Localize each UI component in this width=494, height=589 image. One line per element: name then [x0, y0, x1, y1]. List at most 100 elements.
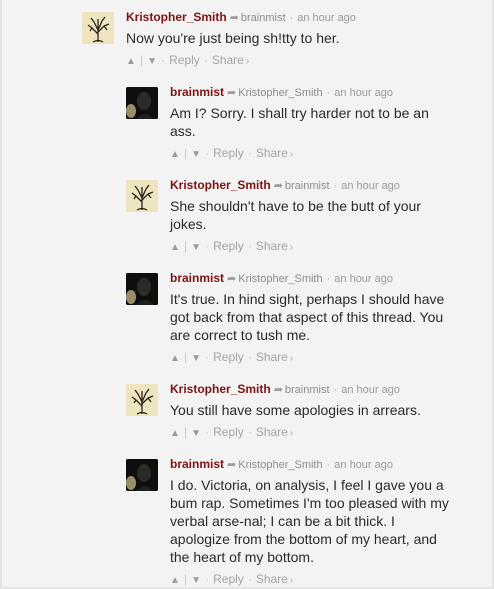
separator-dot: · [247, 146, 252, 160]
comment-text-line: ass. [170, 123, 196, 139]
downvote-icon[interactable]: ▼ [191, 427, 201, 441]
separator-dot: · [326, 459, 331, 471]
upvote-icon[interactable]: ▲ [126, 55, 136, 69]
separator-dot: · [247, 350, 252, 364]
comment-actions: ▲ | ▼ · Reply · Share › [170, 425, 482, 441]
comment-actions: ▲ | ▼ · Reply · Share › [170, 572, 482, 588]
vote-divider: | [184, 239, 188, 253]
comment-text-line: I do. Victoria, on analysis, I feel I ga… [170, 477, 444, 493]
separator-dot: · [247, 425, 252, 439]
separator-dot: · [247, 239, 252, 253]
timestamp-link[interactable]: an hour ago [341, 384, 400, 396]
author-link[interactable]: brainmist [170, 457, 224, 471]
avatar[interactable] [126, 87, 158, 119]
dark-portrait-avatar-icon [126, 87, 158, 119]
reply-to-arrow-icon: ➦ [273, 384, 283, 396]
comment: Kristopher_Smith ➦ brainmist · an hour ago Y… [126, 382, 482, 439]
author-link[interactable]: brainmist [170, 271, 224, 285]
reply-link[interactable]: Reply [213, 572, 244, 586]
vote-divider: | [140, 53, 144, 67]
comment-text-line: are correct to tush me. [170, 327, 311, 343]
tree-avatar-icon [126, 384, 158, 416]
parent-author-link[interactable]: brainmist [285, 180, 330, 192]
separator-dot: · [203, 53, 208, 67]
author-link[interactable]: brainmist [170, 85, 224, 99]
comment-text-line: the heart of my bottom. [170, 549, 314, 565]
parent-author-link[interactable]: brainmist [285, 384, 330, 396]
comment-text-line: got back from that aspect of this thread… [170, 309, 444, 325]
comment-body: Kristopher_Smith ➦ brainmist · an hour ago S… [170, 178, 482, 255]
avatar[interactable] [126, 180, 158, 212]
comment-body: Kristopher_Smith ➦ brainmist · an hour ago Y… [170, 382, 482, 441]
dark-portrait-avatar-icon [126, 459, 158, 491]
comment-header: Kristopher_Smith ➦ brainmist · an hour ago [170, 382, 482, 396]
comment-text-line: She shouldn't have to be the butt of you… [170, 198, 421, 214]
vote-divider: | [184, 350, 188, 364]
chevron-right-icon: › [289, 149, 294, 160]
avatar[interactable] [82, 12, 114, 44]
comment-header: Kristopher_Smith ➦ brainmist · an hour ago [170, 178, 482, 192]
share-link[interactable]: Share [212, 53, 244, 67]
parent-author-link[interactable]: Kristopher_Smith [238, 273, 322, 285]
timestamp-link[interactable]: an hour ago [297, 12, 356, 24]
separator-dot: · [205, 350, 210, 364]
vote-divider: | [184, 146, 188, 160]
timestamp-link[interactable]: an hour ago [334, 87, 393, 99]
share-link[interactable]: Share [256, 239, 288, 253]
reply-link[interactable]: Reply [213, 350, 244, 364]
reply-link[interactable]: Reply [213, 425, 244, 439]
author-link[interactable]: Kristopher_Smith [170, 178, 271, 192]
separator-dot: · [289, 12, 294, 24]
comment-header: brainmist ➦ Kristopher_Smith · an hour ago [170, 457, 482, 471]
comment-thread: Kristopher_Smith ➦ brainmist · an hour ago N… [0, 0, 494, 589]
comment-text-line: apologize from the bottom of my heart, a… [170, 531, 437, 547]
parent-author-link[interactable]: brainmist [241, 12, 286, 24]
comment-header: brainmist ➦ Kristopher_Smith · an hour ago [170, 271, 482, 285]
comment-text: Am I? Sorry. I shall try harder not to b… [170, 104, 482, 140]
reply-to-arrow-icon: ➦ [229, 12, 239, 24]
parent-author-link[interactable]: Kristopher_Smith [238, 87, 322, 99]
reply-link[interactable]: Reply [213, 146, 244, 160]
share-link[interactable]: Share [256, 350, 288, 364]
timestamp-link[interactable]: an hour ago [334, 273, 393, 285]
chevron-right-icon: › [289, 353, 294, 364]
author-link[interactable]: Kristopher_Smith [170, 382, 271, 396]
downvote-icon[interactable]: ▼ [191, 574, 201, 588]
upvote-icon[interactable]: ▲ [170, 427, 180, 441]
comment: brainmist ➦ Kristopher_Smith · an hour ago I… [126, 271, 482, 364]
chevron-right-icon: › [245, 56, 250, 67]
parent-author-link[interactable]: Kristopher_Smith [238, 459, 322, 471]
reply-link[interactable]: Reply [213, 239, 244, 253]
separator-dot: · [161, 53, 166, 67]
comment-actions: ▲ | ▼ · Reply · Share › [170, 350, 482, 366]
comment-text-line: Now you're just being sh!tty to her. [126, 30, 340, 46]
timestamp-link[interactable]: an hour ago [334, 459, 393, 471]
upvote-icon[interactable]: ▲ [170, 148, 180, 162]
comment-actions: ▲ | ▼ · Reply · Share › [126, 53, 482, 69]
reply-link[interactable]: Reply [169, 53, 200, 67]
upvote-icon[interactable]: ▲ [170, 241, 180, 255]
downvote-icon[interactable]: ▼ [191, 352, 201, 366]
reply-to-arrow-icon: ➦ [227, 459, 237, 471]
separator-dot: · [326, 273, 331, 285]
chevron-right-icon: › [289, 428, 294, 439]
share-link[interactable]: Share [256, 572, 288, 586]
share-link[interactable]: Share [256, 425, 288, 439]
timestamp-link[interactable]: an hour ago [341, 180, 400, 192]
downvote-icon[interactable]: ▼ [147, 55, 157, 69]
author-link[interactable]: Kristopher_Smith [126, 10, 227, 24]
comment-text: You still have some apologies in arrears… [170, 401, 482, 419]
vote-divider: | [184, 572, 188, 586]
avatar[interactable] [126, 273, 158, 305]
comment-text-line: jokes. [170, 216, 207, 232]
separator-dot: · [205, 572, 210, 586]
upvote-icon[interactable]: ▲ [170, 352, 180, 366]
downvote-icon[interactable]: ▼ [191, 241, 201, 255]
downvote-icon[interactable]: ▼ [191, 148, 201, 162]
comment-header: brainmist ➦ Kristopher_Smith · an hour ago [170, 85, 482, 99]
upvote-icon[interactable]: ▲ [170, 574, 180, 588]
comment-actions: ▲ | ▼ · Reply · Share › [170, 239, 482, 255]
avatar[interactable] [126, 459, 158, 491]
avatar[interactable] [126, 384, 158, 416]
share-link[interactable]: Share [256, 146, 288, 160]
